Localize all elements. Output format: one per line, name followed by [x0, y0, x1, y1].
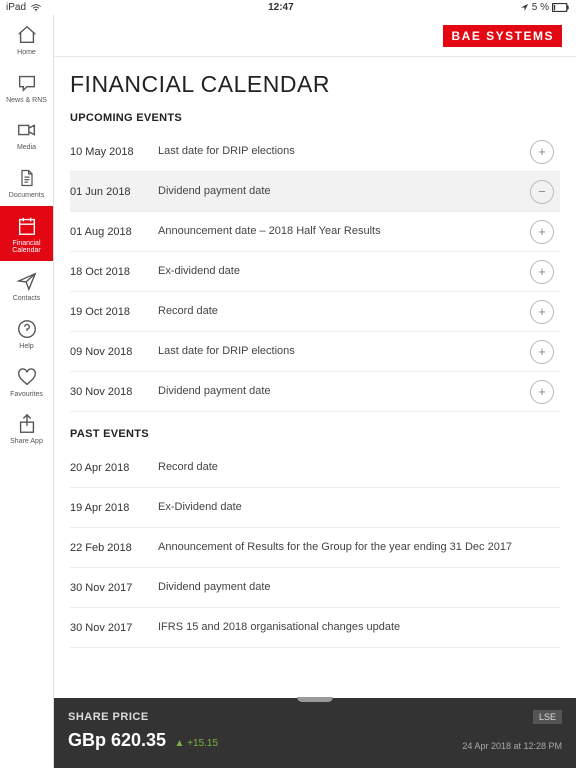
sidebar-item-label: Documents: [9, 192, 44, 200]
event-date: 20 Apr 2018: [70, 462, 158, 474]
sidebar-item-share[interactable]: Share App: [0, 404, 53, 452]
heart-icon: [15, 365, 39, 389]
section-upcoming-title: UPCOMING EVENTS: [70, 112, 560, 124]
event-desc: Last date for DRIP elections: [158, 345, 530, 359]
exchange-badge[interactable]: LSE: [533, 710, 562, 724]
sidebar-item-home[interactable]: Home: [0, 15, 53, 63]
sidebar-item-media[interactable]: Media: [0, 110, 53, 158]
event-desc: Announcement date – 2018 Half Year Resul…: [158, 225, 530, 239]
help-icon: [15, 317, 39, 341]
share-price-label: SHARE PRICE: [68, 711, 149, 723]
share-price-change: ▲ +15.15: [175, 738, 219, 749]
battery-icon: [552, 3, 570, 12]
sidebar-item-label: Contacts: [13, 295, 41, 303]
calendar-icon: [15, 214, 39, 238]
event-date: 19 Apr 2018: [70, 502, 158, 514]
event-row[interactable]: 19 Oct 2018Record date+: [70, 292, 560, 332]
sidebar-item-help[interactable]: Help: [0, 309, 53, 357]
event-row[interactable]: 22 Feb 2018Announcement of Results for t…: [70, 528, 560, 568]
collapse-icon[interactable]: −: [530, 180, 554, 204]
event-date: 19 Oct 2018: [70, 306, 158, 318]
event-row[interactable]: 09 Nov 2018Last date for DRIP elections+: [70, 332, 560, 372]
section-past-title: PAST EVENTS: [70, 428, 560, 440]
share-price-value: GBp 620.35: [68, 730, 166, 750]
header: BAE SYSTEMS: [54, 15, 576, 57]
clock: 12:47: [268, 2, 294, 13]
event-desc: Record date: [158, 461, 560, 475]
sidebar-item-documents[interactable]: Documents: [0, 158, 53, 206]
event-desc: Last date for DRIP elections: [158, 145, 530, 159]
home-icon: [15, 23, 39, 47]
expand-icon[interactable]: +: [530, 260, 554, 284]
video-icon: [15, 118, 39, 142]
wifi-icon: [30, 4, 42, 12]
sidebar-item-calendar[interactable]: Financial Calendar: [0, 206, 53, 261]
location-icon: [520, 3, 529, 12]
share-price-panel[interactable]: SHARE PRICE LSE GBp 620.35 ▲ +15.15 24 A…: [54, 698, 576, 768]
event-date: 18 Oct 2018: [70, 266, 158, 278]
sidebar-item-label: Media: [17, 144, 36, 152]
sidebar-item-label: Favourites: [10, 391, 43, 399]
event-desc: IFRS 15 and 2018 organisational changes …: [158, 621, 560, 635]
event-desc: Record date: [158, 305, 530, 319]
expand-icon[interactable]: +: [530, 220, 554, 244]
event-row[interactable]: 19 Apr 2018Ex-Dividend date: [70, 488, 560, 528]
event-row[interactable]: 30 Nov 2017Dividend payment date: [70, 568, 560, 608]
device-label: iPad: [6, 2, 26, 13]
event-desc: Dividend payment date: [158, 581, 560, 595]
event-desc: Ex-dividend date: [158, 265, 530, 279]
sidebar-item-label: Share App: [10, 438, 43, 446]
expand-icon[interactable]: +: [530, 300, 554, 324]
event-row[interactable]: 20 Apr 2018Record date: [70, 448, 560, 488]
event-date: 10 May 2018: [70, 146, 158, 158]
main-panel: BAE SYSTEMS FINANCIAL CALENDAR UPCOMING …: [54, 15, 576, 768]
event-date: 30 Nov 2017: [70, 622, 158, 634]
sidebar-item-label: Financial Calendar: [12, 240, 40, 255]
send-icon: [15, 269, 39, 293]
event-desc: Dividend payment date: [158, 385, 530, 399]
logo: BAE SYSTEMS: [443, 25, 562, 47]
sidebar-item-label: News & RNS: [6, 97, 47, 105]
chat-icon: [15, 71, 39, 95]
sidebar: Home News & RNS Media Documents Financia…: [0, 15, 54, 768]
status-bar: iPad 12:47 5 %: [0, 0, 576, 15]
event-desc: Dividend payment date: [158, 185, 530, 199]
sidebar-item-label: Home: [17, 49, 36, 57]
event-date: 01 Aug 2018: [70, 226, 158, 238]
sidebar-item-contacts[interactable]: Contacts: [0, 261, 53, 309]
expand-icon[interactable]: +: [530, 340, 554, 364]
event-date: 30 Nov 2018: [70, 386, 158, 398]
event-desc: Announcement of Results for the Group fo…: [158, 541, 560, 555]
event-row[interactable]: 01 Jun 2018Dividend payment date−: [70, 172, 560, 212]
event-desc: Ex-Dividend date: [158, 501, 560, 515]
event-date: 01 Jun 2018: [70, 186, 158, 198]
content: FINANCIAL CALENDAR UPCOMING EVENTS 10 Ma…: [54, 57, 576, 768]
expand-icon[interactable]: +: [530, 380, 554, 404]
page-title: FINANCIAL CALENDAR: [70, 71, 560, 98]
share-icon: [15, 412, 39, 436]
expand-icon[interactable]: +: [530, 140, 554, 164]
event-date: 30 Nov 2017: [70, 582, 158, 594]
document-icon: [15, 166, 39, 190]
event-row[interactable]: 18 Oct 2018Ex-dividend date+: [70, 252, 560, 292]
event-date: 22 Feb 2018: [70, 542, 158, 554]
event-row[interactable]: 01 Aug 2018Announcement date – 2018 Half…: [70, 212, 560, 252]
battery-label: 5 %: [532, 2, 549, 13]
sidebar-item-favourites[interactable]: Favourites: [0, 357, 53, 405]
event-row[interactable]: 30 Nov 2017IFRS 15 and 2018 organisation…: [70, 608, 560, 648]
event-date: 09 Nov 2018: [70, 346, 158, 358]
share-price-timestamp: 24 Apr 2018 at 12:28 PM: [462, 741, 562, 751]
event-row[interactable]: 10 May 2018Last date for DRIP elections+: [70, 132, 560, 172]
event-row[interactable]: 30 Nov 2018Dividend payment date+: [70, 372, 560, 412]
drag-handle-icon[interactable]: [297, 697, 333, 702]
sidebar-item-label: Help: [19, 343, 33, 351]
sidebar-item-news[interactable]: News & RNS: [0, 63, 53, 111]
